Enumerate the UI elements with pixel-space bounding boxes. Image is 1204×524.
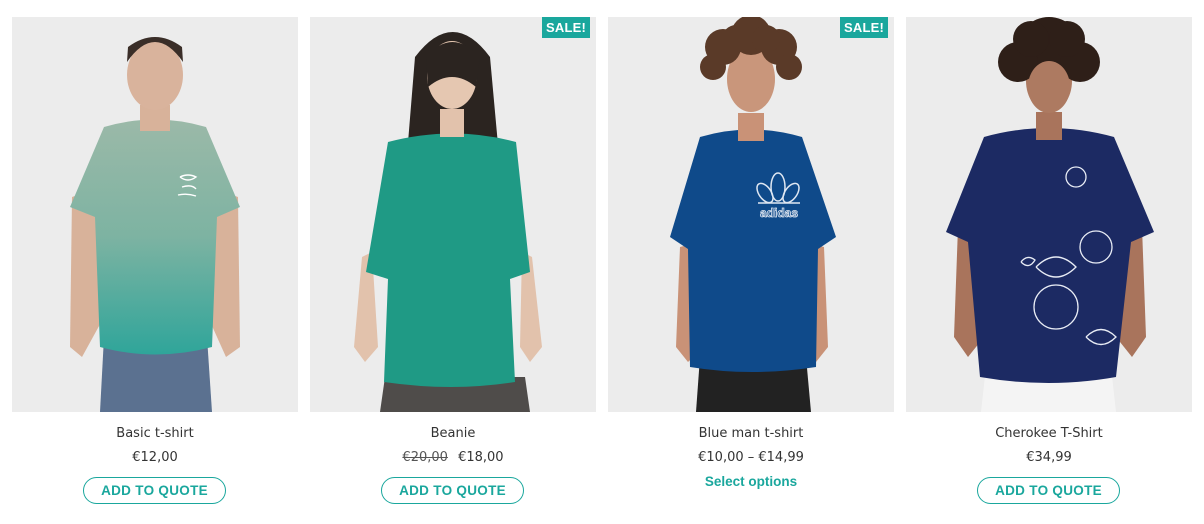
add-to-quote-button[interactable]: ADD TO QUOTE xyxy=(83,477,226,504)
product-image[interactable] xyxy=(12,17,298,412)
product-card: SALE! Beanie €20,00 €18,00 ADD TO QUOTE xyxy=(310,17,596,517)
add-to-quote-button[interactable]: ADD TO QUOTE xyxy=(381,477,524,504)
product-title[interactable]: Beanie xyxy=(310,426,596,441)
price-sale: €18,00 xyxy=(458,450,504,465)
product-title[interactable]: Basic t-shirt xyxy=(12,426,298,441)
product-price: €10,00 – €14,99 xyxy=(608,450,894,465)
product-title[interactable]: Blue man t-shirt xyxy=(608,426,894,441)
add-to-quote-button[interactable]: ADD TO QUOTE xyxy=(977,477,1120,504)
product-image[interactable]: adidas xyxy=(608,17,894,412)
product-card: Basic t-shirt €12,00 ADD TO QUOTE xyxy=(12,17,298,517)
product-image[interactable] xyxy=(310,17,596,412)
price-range: €10,00 – €14,99 xyxy=(698,450,804,465)
product-price: €12,00 xyxy=(12,450,298,465)
sale-badge: SALE! xyxy=(542,17,590,38)
product-image[interactable] xyxy=(906,17,1192,412)
sale-badge: SALE! xyxy=(840,17,888,38)
price-current: €12,00 xyxy=(132,450,178,465)
product-price: €20,00 €18,00 xyxy=(310,450,596,465)
price-original: €20,00 xyxy=(402,450,448,465)
price-current: €34,99 xyxy=(1026,450,1072,465)
product-card: Cherokee T-Shirt €34,99 ADD TO QUOTE xyxy=(906,17,1192,517)
adidas-print-text: adidas xyxy=(760,206,798,220)
product-title[interactable]: Cherokee T-Shirt xyxy=(906,426,1192,441)
product-price: €34,99 xyxy=(906,450,1192,465)
product-card: adidas SALE! Blue man t-shirt €10,00 – €… xyxy=(608,17,894,517)
product-grid: Basic t-shirt €12,00 ADD TO QUOTE SALE! … xyxy=(12,17,1192,517)
select-options-link[interactable]: Select options xyxy=(608,474,894,489)
